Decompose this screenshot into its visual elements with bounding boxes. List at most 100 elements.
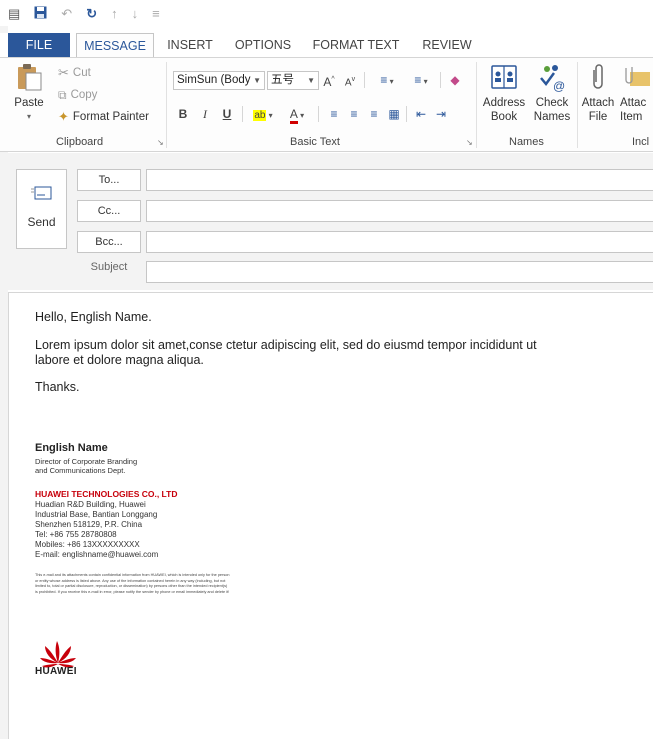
clear-formatting-button[interactable]: ◆ — [446, 70, 464, 90]
signature-name: English Name — [35, 442, 108, 454]
include-group-label: Incl — [632, 136, 650, 148]
bold-button[interactable]: B — [176, 104, 190, 124]
font-color-button[interactable]: A ▾ — [282, 104, 312, 124]
clipboard-group-label: Clipboard — [56, 136, 104, 148]
attach-item-icon — [625, 67, 650, 86]
huawei-logo-text: HUAWEI — [35, 666, 77, 677]
to-button[interactable]: To... — [77, 169, 141, 191]
cc-field[interactable] — [146, 200, 653, 222]
undo-icon[interactable]: ↶ — [61, 7, 72, 20]
attach-file-button[interactable]: Attach File — [580, 62, 616, 124]
paste-dropdown-icon[interactable]: ▾ — [10, 110, 48, 124]
address-book-button[interactable]: Address Book — [482, 62, 526, 124]
format-painter-icon: ✦ — [58, 109, 69, 124]
subject-field[interactable] — [146, 261, 653, 283]
divider — [440, 72, 441, 88]
decrease-indent-button[interactable]: ⇤ — [412, 104, 430, 124]
bullets-button[interactable]: ≡ ▾ — [372, 70, 402, 90]
align-center-icon: ≡ — [350, 107, 358, 121]
tab-file[interactable]: FILE — [8, 33, 70, 57]
address-book-icon — [491, 65, 517, 89]
basic-text-group-label: Basic Text — [290, 136, 340, 148]
font-name-combo[interactable]: SimSun (Body ▼ — [173, 71, 265, 90]
increase-indent-icon: ⇥ — [435, 107, 447, 121]
signature-company: HUAWEI TECHNOLOGIES CO., LTD — [35, 489, 178, 499]
tab-review[interactable]: REVIEW — [414, 33, 480, 57]
format-painter-button[interactable]: ✦ Format Painter — [58, 108, 149, 126]
send-button[interactable]: Send — [16, 169, 67, 249]
paste-label: Paste — [14, 97, 44, 109]
divider — [242, 106, 243, 122]
tab-options[interactable]: OPTIONS — [228, 33, 298, 57]
numbering-button[interactable]: ≡ ▾ — [406, 70, 436, 90]
attach-item-label-1: Attac — [620, 97, 647, 109]
signature-title-line-1: Director of Corporate Branding — [35, 457, 138, 466]
paperclip-icon — [593, 64, 603, 89]
copy-label: Copy — [70, 89, 98, 101]
subject-label: Subject — [90, 261, 128, 273]
send-label: Send — [17, 215, 66, 229]
signature-disclaimer: This e-mail and its attachments contain … — [35, 573, 230, 594]
greeting-text: Hello, English Name. — [35, 310, 152, 324]
scissors-icon: ✂ — [58, 65, 69, 80]
redo-icon[interactable]: ↻ — [86, 7, 97, 20]
window-menu-icon[interactable]: ▤ — [8, 7, 20, 20]
message-body[interactable]: Hello, English Name. Lorem ipsum dolor s… — [8, 292, 653, 739]
align-center-button[interactable]: ≡ — [346, 104, 362, 124]
check-names-icon: @ — [540, 65, 565, 93]
paragraph-line-1: Lorem ipsum dolor sit amet,conse ctetur … — [35, 338, 537, 352]
paste-button[interactable]: Paste ▾ — [10, 62, 48, 132]
message-header: Send To... Cc... Bcc... Subject — [8, 153, 653, 290]
paragraph-line-2: labore et dolore magna aliqua. — [35, 353, 204, 367]
attach-item-button[interactable]: Attac Item — [620, 62, 653, 124]
customize-toolbar-icon[interactable]: ≡ — [152, 7, 160, 20]
cut-button[interactable]: ✂ Cut — [58, 64, 91, 82]
cc-button[interactable]: Cc... — [77, 200, 141, 222]
tab-insert[interactable]: INSERT — [160, 33, 220, 57]
bcc-button[interactable]: Bcc... — [77, 231, 141, 253]
address-book-label-2: Book — [490, 111, 518, 123]
shrink-font-button[interactable]: Av — [343, 70, 357, 90]
ribbon: Paste ▾ ✂ Cut ⧉ Copy ✦ Format Painter Cl… — [0, 57, 653, 152]
shrink-font-label: A — [344, 77, 352, 89]
eraser-icon: ◆ — [450, 73, 460, 87]
paste-icon — [18, 64, 42, 91]
divider — [318, 106, 319, 122]
clipboard-launcher-icon[interactable]: ↘ — [157, 138, 164, 147]
format-painter-label: Format Painter — [72, 111, 149, 123]
tab-format-text[interactable]: FORMAT TEXT — [308, 33, 404, 57]
underline-button[interactable]: U — [220, 104, 234, 124]
signature-mobile: Mobiles: +86 13XXXXXXXXX — [35, 540, 140, 549]
group-divider — [476, 62, 477, 148]
up-arrow-icon[interactable]: ↑ — [111, 7, 118, 20]
bcc-field[interactable] — [146, 231, 653, 253]
justify-button[interactable]: ▦ — [386, 104, 402, 124]
copy-button[interactable]: ⧉ Copy — [58, 86, 97, 104]
font-name-value: SimSun (Body — [177, 74, 251, 86]
align-left-button[interactable]: ≡ — [326, 104, 342, 124]
attach-file-label-1: Attach — [581, 97, 615, 109]
check-names-button[interactable]: @ Check Names — [530, 62, 574, 124]
grow-font-button[interactable]: A^ — [322, 70, 336, 90]
save-icon[interactable] — [34, 6, 47, 21]
down-arrow-icon[interactable]: ↓ — [132, 7, 139, 20]
font-size-value: 五号 — [271, 74, 294, 86]
align-right-button[interactable]: ≡ — [366, 104, 382, 124]
basic-text-launcher-icon[interactable]: ↘ — [466, 138, 473, 147]
highlighter-icon: ab — [253, 110, 267, 121]
signature-address-line-1: Huadian R&D Building, Huawei — [35, 500, 146, 509]
ribbon-tabs: FILE MESSAGE INSERT OPTIONS FORMAT TEXT … — [0, 33, 653, 58]
decrease-indent-icon: ⇤ — [415, 107, 427, 121]
group-divider — [577, 62, 578, 148]
attach-item-label-2: Item — [620, 111, 643, 123]
signature-address-line-2: Industrial Base, Bantian Longgang — [35, 510, 158, 519]
highlight-button[interactable]: ab ▾ — [248, 104, 278, 124]
font-size-combo[interactable]: 五号 ▼ — [267, 71, 319, 90]
italic-button[interactable]: I — [198, 104, 212, 124]
increase-indent-button[interactable]: ⇥ — [432, 104, 450, 124]
to-field[interactable] — [146, 169, 653, 191]
send-envelope-icon — [31, 186, 52, 200]
send-text: Send — [27, 215, 56, 229]
svg-text:@: @ — [553, 79, 565, 92]
tab-message[interactable]: MESSAGE — [76, 33, 154, 58]
